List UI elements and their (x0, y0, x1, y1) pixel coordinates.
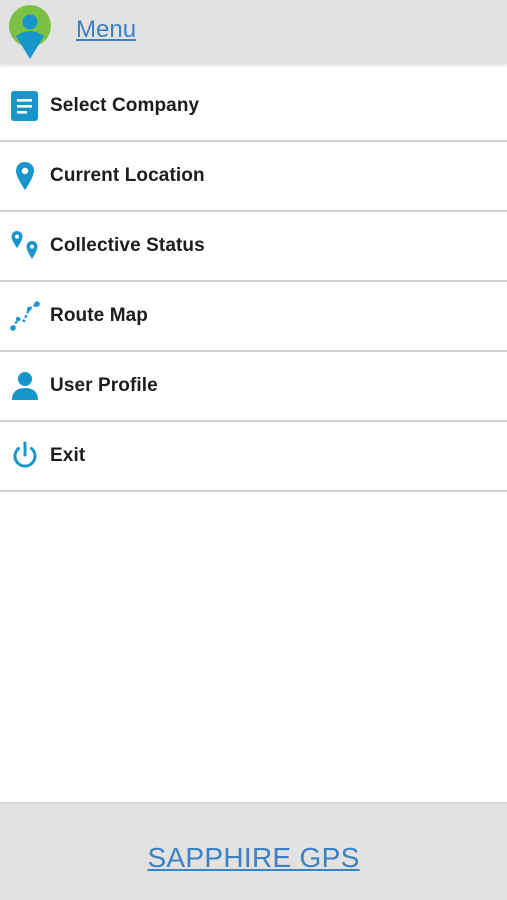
menu-item-collective-status[interactable]: Collective Status (0, 212, 507, 282)
menu-item-select-company[interactable]: Select Company (0, 72, 507, 142)
menu-item-label: Exit (50, 445, 86, 466)
brand-link[interactable]: SAPPHIRE GPS (147, 842, 359, 874)
location-person-logo-icon[interactable] (4, 4, 56, 60)
document-icon (8, 89, 42, 123)
multiple-pins-icon (8, 229, 42, 263)
menu-item-route-map[interactable]: Route Map (0, 282, 507, 352)
menu-list: Select Company Current Location Collecti… (0, 72, 507, 492)
menu-title-link[interactable]: Menu (76, 16, 136, 44)
menu-item-label: Select Company (50, 95, 200, 116)
menu-item-label: Route Map (50, 305, 149, 326)
power-icon (8, 439, 42, 473)
map-pin-icon (8, 159, 42, 193)
route-icon (8, 299, 42, 333)
app-footer: SAPPHIRE GPS (0, 802, 507, 900)
user-icon (8, 369, 42, 403)
menu-item-user-profile[interactable]: User Profile (0, 352, 507, 422)
menu-item-exit[interactable]: Exit (0, 422, 507, 492)
menu-item-label: Current Location (50, 165, 205, 186)
app-root: Menu Select Company Current Location Col… (0, 0, 507, 900)
menu-item-label: Collective Status (50, 235, 205, 256)
menu-item-label: User Profile (50, 375, 158, 396)
app-header: Menu (0, 0, 507, 64)
menu-item-current-location[interactable]: Current Location (0, 142, 507, 212)
